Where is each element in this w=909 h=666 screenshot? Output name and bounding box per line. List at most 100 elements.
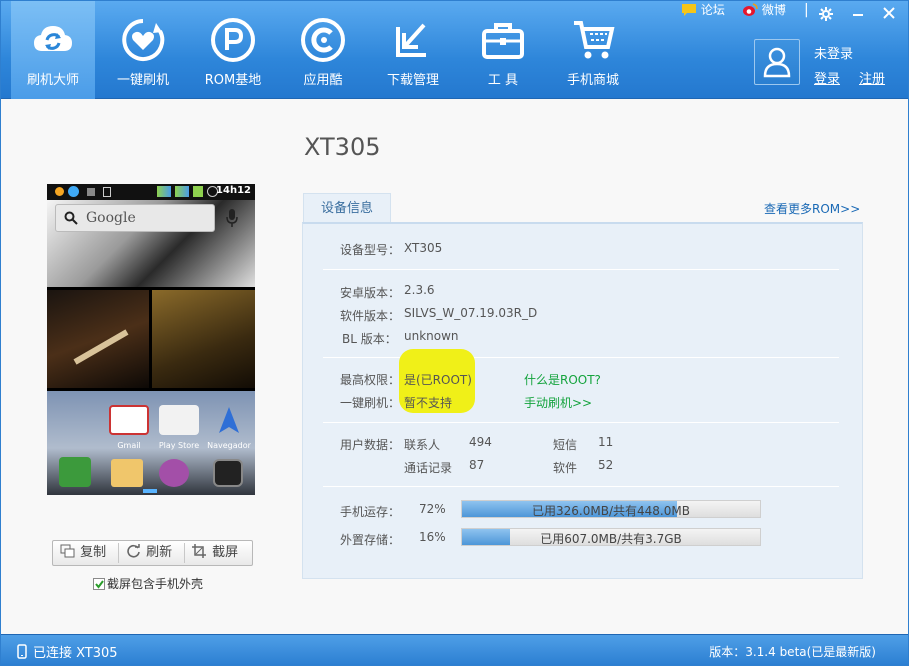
ext-storage-usage-text: 已用607.0MB/共有3.7GB	[540, 532, 682, 546]
ext-storage-label: 外置存储：	[340, 533, 401, 547]
model-value: XT305	[404, 241, 443, 255]
nav-label: 手机商城	[566, 73, 619, 88]
phone-status-bar: 14h12	[47, 184, 255, 200]
ext-storage-percent: 16%	[419, 530, 446, 544]
bl-value: unknown	[404, 329, 459, 343]
ram-percent: 72%	[419, 502, 446, 516]
nav-one-click-flash[interactable]: 一键刷机	[101, 1, 185, 99]
nav-phone-mall[interactable]: 手机商城	[551, 1, 635, 99]
app-c-icon	[301, 18, 345, 62]
userdata-label: 用户数据：	[340, 438, 401, 452]
nav-label: ROM基地	[204, 73, 262, 88]
connection-status: 已连接 XT305	[17, 642, 118, 661]
status-bar: 已连接 XT305 版本：3.1.4 beta(已是最新版)	[1, 634, 908, 665]
android-label: 安卓版本：	[340, 286, 401, 300]
nav-tools[interactable]: 工 具	[461, 1, 545, 99]
avatar[interactable]	[754, 39, 800, 85]
music-app-icon	[159, 459, 189, 487]
copy-icon	[60, 544, 75, 558]
sms-label: 短信	[553, 438, 578, 452]
nav-rom-base[interactable]: ROM基地	[191, 1, 275, 99]
apps-label: 软件	[553, 461, 578, 475]
login-link[interactable]: 登录	[814, 68, 840, 87]
register-link[interactable]: 注册	[859, 68, 885, 87]
phone-clock: 14h12	[216, 185, 251, 196]
what-is-root-link[interactable]: 什么是ROOT?	[524, 371, 601, 388]
divider	[184, 543, 185, 563]
ram-label: 手机运存：	[340, 505, 401, 519]
app-label: Gmail	[117, 441, 141, 450]
apps-value: 52	[598, 458, 614, 472]
email-app-icon	[111, 459, 143, 487]
check-icon	[95, 580, 104, 589]
nav-label: 工 具	[487, 73, 519, 88]
contacts-label: 联系人	[404, 438, 441, 452]
photo-guitar	[47, 290, 149, 388]
calls-label: 通话记录	[404, 461, 453, 475]
home-indicator	[143, 489, 157, 493]
nav-label: 一键刷机	[116, 73, 169, 88]
root-label: 最高权限：	[340, 373, 401, 387]
search-icon	[64, 211, 78, 225]
weibo-link[interactable]: 微博	[742, 1, 786, 18]
sms-value: 11	[598, 435, 614, 449]
rom-r-icon	[211, 18, 255, 62]
ext-storage-progress-bar: 已用607.0MB/共有3.7GB	[461, 528, 761, 546]
download-arrow-icon	[396, 23, 426, 57]
heart-refresh-icon	[122, 19, 165, 61]
refresh-button[interactable]: 刷新	[126, 541, 172, 565]
nav-flash-master[interactable]: 刷机大师	[11, 1, 95, 99]
manual-flash-link[interactable]: 手动刷机>>	[524, 394, 592, 411]
gmail-app-icon	[109, 405, 149, 435]
home-screen: Gmail Play Store Navegador	[47, 391, 255, 495]
nav-label: 应用酷	[303, 73, 343, 88]
refresh-label: 刷新	[146, 545, 173, 560]
divider	[118, 543, 119, 563]
checkbox[interactable]	[93, 578, 105, 590]
toolbox-icon	[482, 23, 524, 59]
separator: |	[804, 2, 809, 18]
contacts-value: 494	[469, 435, 492, 449]
close-icon[interactable]	[883, 7, 895, 19]
minimize-icon[interactable]	[852, 7, 864, 19]
phone-actions-bar: 复制 刷新 截屏	[52, 540, 253, 566]
copy-button[interactable]: 复制	[60, 541, 106, 565]
weibo-label: 微博	[761, 3, 786, 17]
nav-app-cool[interactable]: 应用酷	[281, 1, 365, 99]
cart-icon	[574, 21, 615, 59]
ram-usage-text: 已用326.0MB/共有448.0MB	[532, 504, 690, 518]
photo-performer	[152, 290, 255, 388]
forum-link[interactable]: 论坛	[681, 1, 725, 18]
app-label: Play Store	[158, 441, 200, 450]
tab-device-info[interactable]: 设备信息	[303, 193, 391, 223]
include-shell-checkbox[interactable]: 截屏包含手机外壳	[93, 575, 203, 592]
software-label: 软件版本：	[340, 309, 401, 323]
cloud-refresh-icon	[34, 26, 72, 51]
user-status: 未登录	[814, 47, 854, 62]
user-avatar-icon	[763, 47, 791, 78]
model-label: 设备型号：	[340, 243, 401, 257]
main-content: XT305 14h12 Google Gmail Play Store Nave…	[1, 100, 908, 634]
app-label: Navegador	[207, 441, 251, 450]
google-search-bar: Google	[55, 204, 215, 232]
gear-icon[interactable]	[819, 7, 833, 21]
weibo-icon	[743, 3, 758, 16]
phone-icon	[17, 644, 27, 659]
version-text: 版本：3.1.4 beta(已是最新版)	[709, 645, 876, 659]
nav-label: 下载管理	[386, 73, 439, 88]
divider	[323, 269, 839, 270]
nav-label: 刷机大师	[26, 73, 79, 88]
navigation-app-icon	[209, 405, 249, 435]
root-value: 是(已ROOT)	[404, 373, 472, 387]
app-window: 刷机大师 一键刷机 ROM基地 应用酷 下载管理 工 具 手机商城 论坛 微博 …	[0, 0, 909, 666]
google-label: Google	[86, 210, 136, 226]
phone-screenshot: 14h12 Google Gmail Play Store Navegador	[47, 184, 255, 495]
more-rom-link[interactable]: 查看更多ROM>>	[764, 200, 860, 217]
phone-app-icon	[59, 457, 91, 487]
forum-label: 论坛	[700, 3, 725, 17]
nav-download-manager[interactable]: 下载管理	[371, 1, 455, 99]
microphone-icon	[226, 209, 238, 227]
connection-text: 已连接 XT305	[33, 646, 118, 661]
include-shell-label: 截屏包含手机外壳	[107, 577, 204, 591]
screenshot-button[interactable]: 截屏	[192, 541, 238, 565]
